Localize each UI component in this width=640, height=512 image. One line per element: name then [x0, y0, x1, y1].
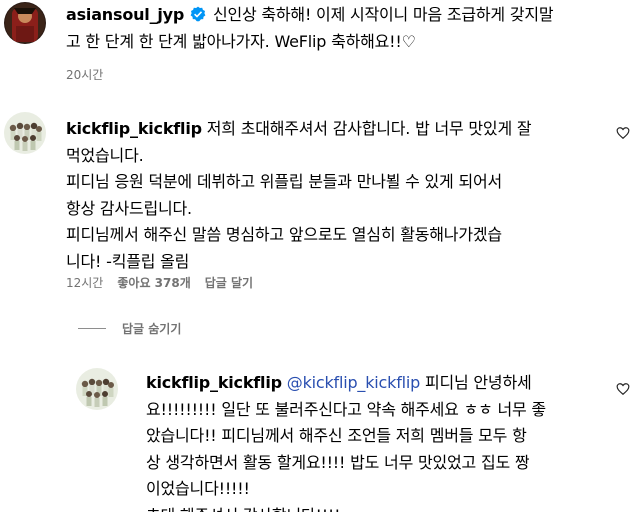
- comment-text-line: 피디님 안녕하세: [420, 373, 532, 392]
- comment-asiansoul-jyp: asiansoul_jyp 신인상 축하해! 이제 시작이니 마음 조급하게 갖…: [66, 2, 626, 55]
- comment-timestamp[interactable]: 20시간: [66, 66, 103, 83]
- verified-badge-icon: [190, 4, 206, 22]
- comment-username[interactable]: kickflip_kickflip: [66, 119, 202, 138]
- comment-text-line: 피디님께서 해주신 말씀 명심하고 앞으로도 열심히 활동해나가겠습: [66, 225, 502, 244]
- comment-kickflip-kickflip: kickflip_kickflip 저희 초대해주셔서 감사합니다. 밥 너무 …: [66, 116, 606, 275]
- mention-link[interactable]: @kickflip_kickflip: [287, 373, 421, 392]
- comment-meta: 20시간: [66, 66, 103, 83]
- comment-text-line: 항상 감사드립니다.: [66, 198, 192, 218]
- comment-text-line: 이었습니다!!!!!: [146, 479, 250, 498]
- heart-outline-icon[interactable]: [616, 382, 630, 396]
- comment-text-line: 저희 초대해주셔서 감사합니다. 밥 너무 맛있게 잘: [206, 119, 532, 138]
- avatar-asiansoul-jyp[interactable]: [4, 2, 46, 44]
- hide-replies-label: 답글 숨기기: [122, 322, 182, 336]
- comment-text-line: 초대 해주셔서 감사합니다!!!!: [146, 503, 616, 512]
- divider-line: [78, 328, 106, 329]
- comment-timestamp[interactable]: 12시간: [66, 274, 103, 291]
- comment-text-line: 았습니다!! 피디님께서 해주신 조언들 저희 멤버들 모두 항: [146, 426, 527, 445]
- comment-text-line: 고 한 단계 한 단계 밟아나가자. WeFlip 축하해요!!♡: [66, 31, 416, 51]
- comment-meta: 12시간 좋아요 378개 답글 달기: [66, 274, 253, 291]
- comment-line: kickflip_kickflip 저희 초대해주셔서 감사합니다. 밥 너무 …: [66, 116, 606, 143]
- reply-kickflip-kickflip: kickflip_kickflip @kickflip_kickflip 피디님…: [146, 370, 616, 512]
- comment-username[interactable]: kickflip_kickflip: [146, 373, 282, 392]
- comment-username[interactable]: asiansoul_jyp: [66, 5, 184, 24]
- avatar-kickflip-kickflip[interactable]: [4, 112, 46, 154]
- comment-text-line: 상 생각하면서 활동 할게요!!!! 밥도 너무 맛있었고 집도 짱: [146, 452, 530, 472]
- comment-text-line: 먹었습니다.: [66, 145, 144, 165]
- reply-button[interactable]: 답글 달기: [205, 274, 253, 291]
- heart-outline-icon[interactable]: [616, 126, 630, 140]
- comment-text-line: 피디님 응원 덕분에 데뷔하고 위플립 분들과 만나뵐 수 있게 되어서: [66, 172, 503, 191]
- comment-line: kickflip_kickflip @kickflip_kickflip 피디님…: [146, 370, 616, 397]
- hide-replies-button[interactable]: 답글 숨기기: [78, 320, 181, 337]
- avatar-kickflip-kickflip-reply[interactable]: [76, 368, 118, 410]
- comment-text-line: 요!!!!!!!!! 일단 또 불러주신다고 약속 해주세요 ㅎㅎ 너무 좋: [146, 399, 546, 419]
- comment-line: asiansoul_jyp 신인상 축하해! 이제 시작이니 마음 조급하게 갖…: [66, 2, 626, 29]
- comment-text-line: 니다! -킥플립 올림: [66, 251, 190, 271]
- likes-count[interactable]: 좋아요 378개: [117, 274, 190, 291]
- comment-text-line: 신인상 축하해! 이제 시작이니 마음 조급하게 갖지말: [212, 5, 554, 24]
